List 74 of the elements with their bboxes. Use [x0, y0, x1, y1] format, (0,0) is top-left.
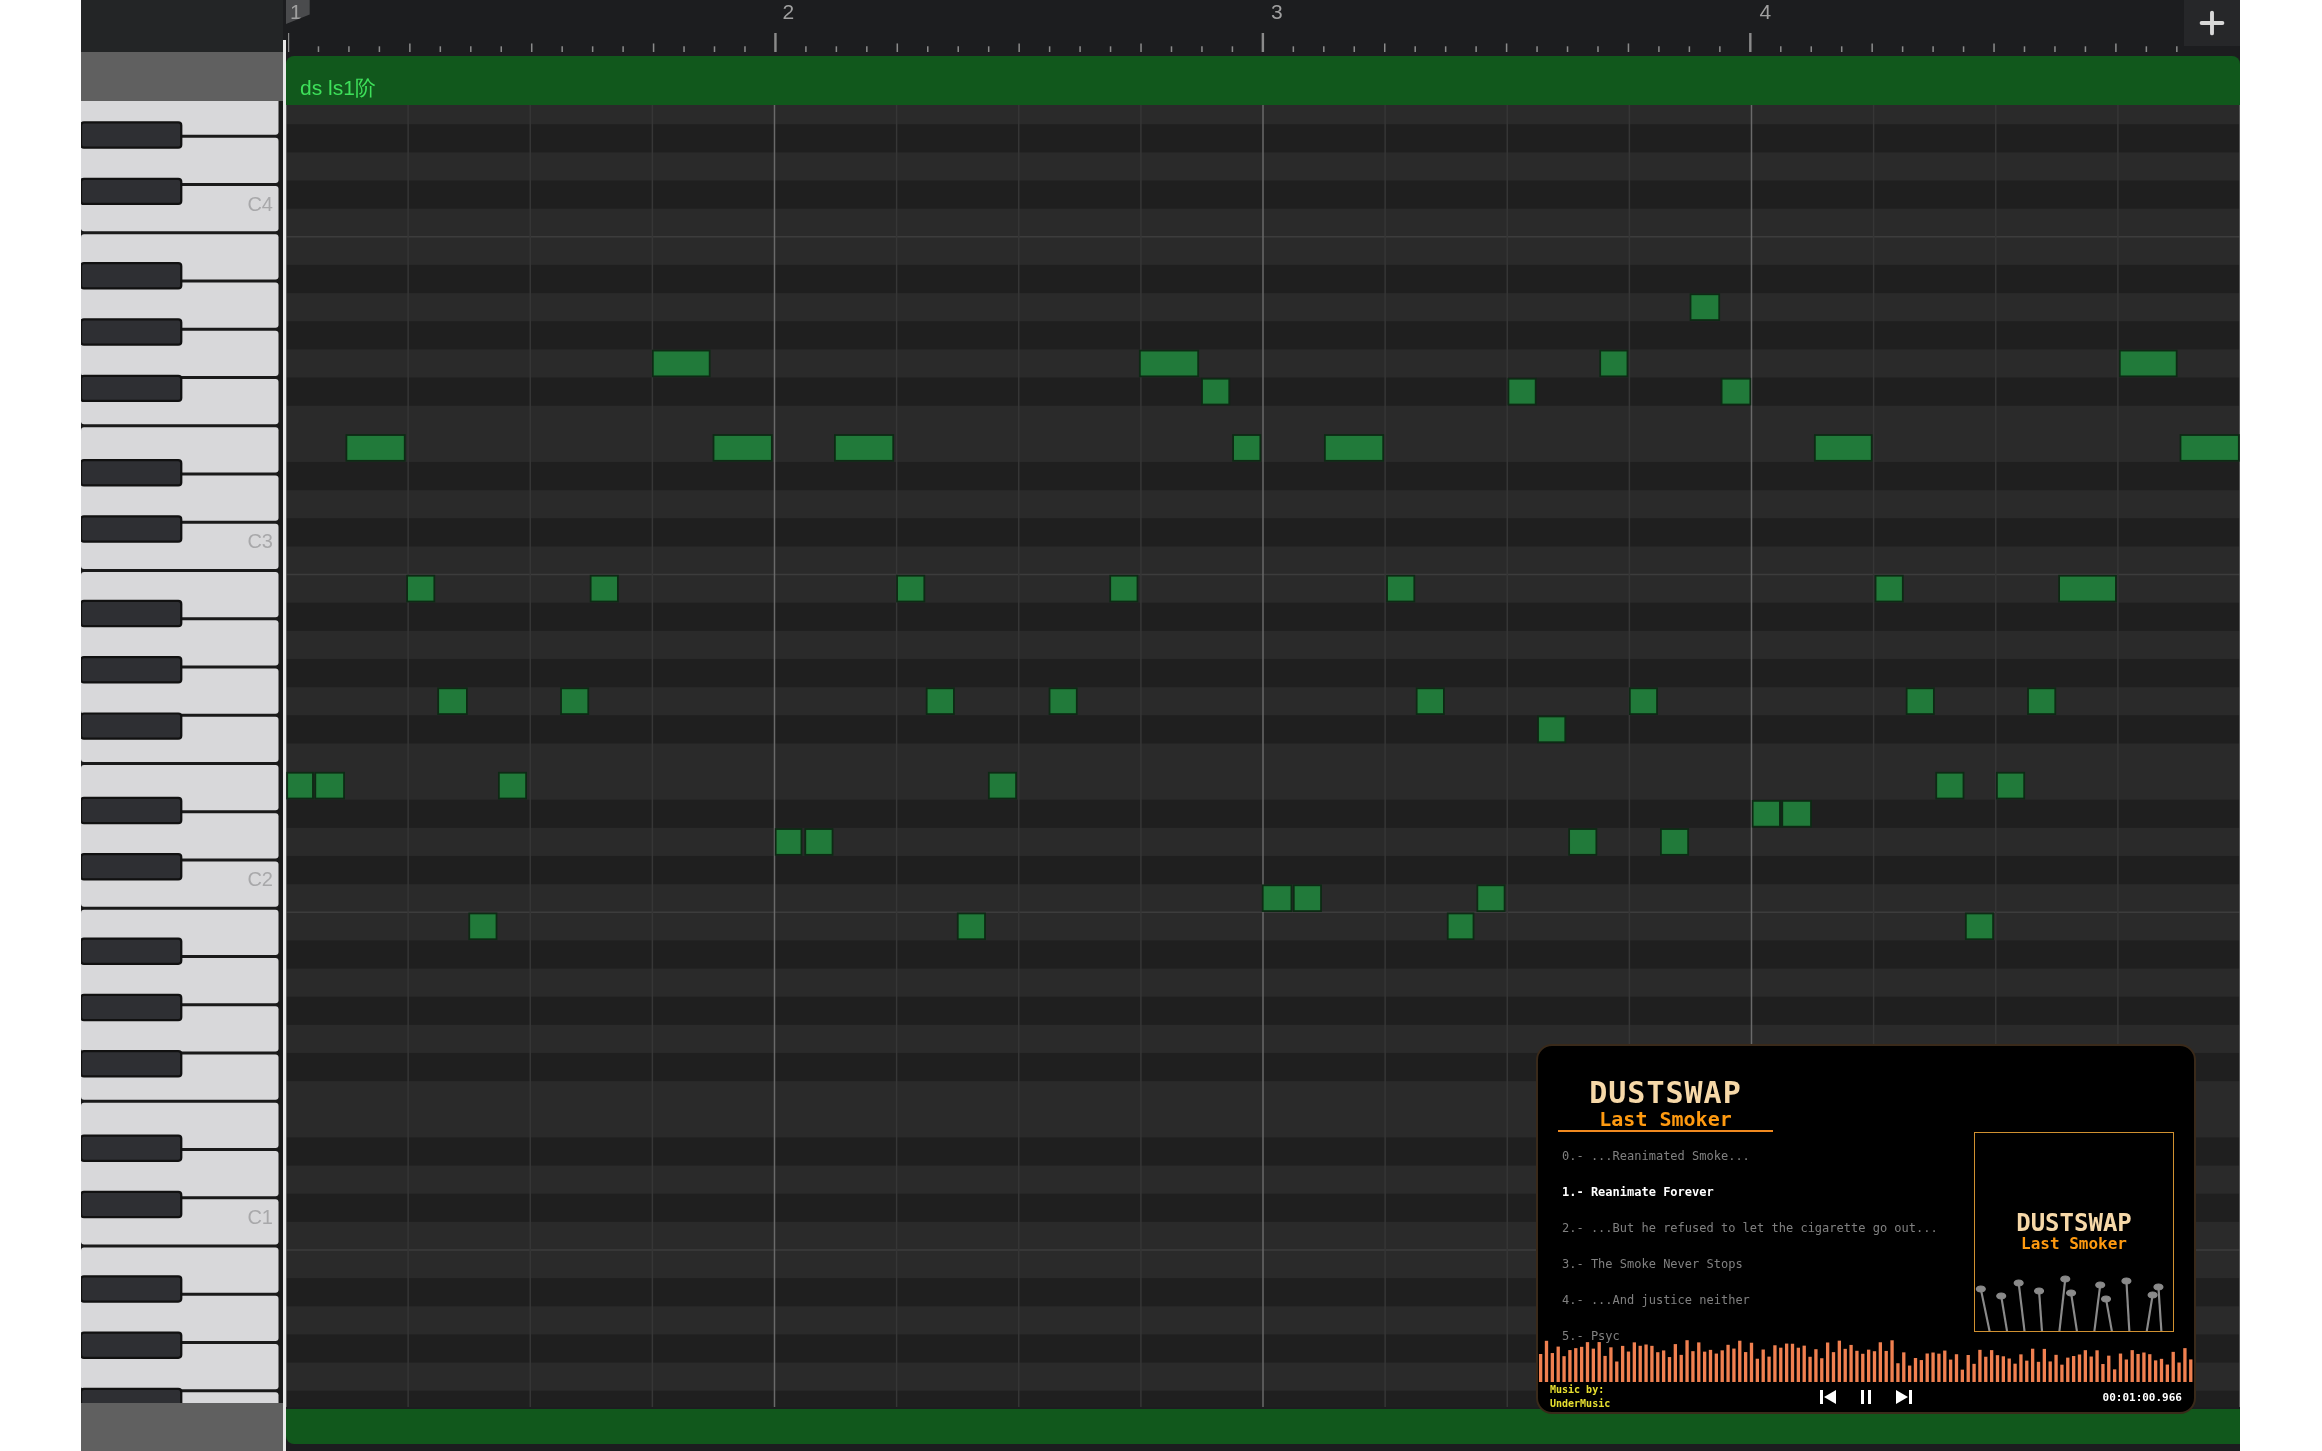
note-block[interactable]: [1568, 828, 1598, 856]
note-block[interactable]: [651, 349, 711, 378]
track-item[interactable]: 4.- ...And justice neither: [1562, 1292, 1938, 1309]
track-item[interactable]: 0.- ...Reanimated Smoke...: [1562, 1148, 1938, 1165]
track-item[interactable]: 2.- ...But he refused to let the cigarette go out...: [1562, 1220, 1938, 1237]
note-block[interactable]: [1261, 884, 1293, 912]
note-block[interactable]: [498, 771, 527, 800]
note-block[interactable]: [1138, 349, 1200, 378]
track-item[interactable]: 1.- Reanimate Forever: [1562, 1184, 1938, 1201]
note-block[interactable]: [925, 687, 955, 715]
timeline-ruler[interactable]: 1 2 3 4: [286, 0, 2240, 52]
credit-text: Music by:: [1550, 1383, 1606, 1397]
note-block[interactable]: [1507, 377, 1537, 406]
add-button[interactable]: [2184, 0, 2240, 46]
note-block[interactable]: [2027, 687, 2057, 715]
logo-subtitle: Last Smoker: [1599, 1108, 1732, 1130]
note-block[interactable]: [1874, 574, 1904, 603]
note-block[interactable]: [1689, 293, 1721, 321]
note-block[interactable]: [1935, 771, 1965, 800]
note-block[interactable]: [1751, 800, 1781, 828]
note-block[interactable]: [712, 434, 773, 462]
note-block[interactable]: [345, 434, 406, 462]
note-block[interactable]: [1386, 574, 1416, 603]
note-block[interactable]: [896, 574, 926, 603]
note-block[interactable]: [1446, 912, 1475, 941]
plus-icon: [2199, 10, 2225, 36]
note-block[interactable]: [1628, 687, 1658, 715]
credit-text: UnderMusic: [1550, 1397, 1611, 1411]
note-block[interactable]: [1781, 800, 1812, 828]
skip-forward-icon: [1894, 1387, 1914, 1407]
note-block[interactable]: [314, 771, 345, 800]
note-block[interactable]: [956, 912, 986, 941]
note-block[interactable]: [1292, 884, 1322, 912]
bar-number: 3: [1271, 0, 1283, 24]
region-name: ds ls1阶: [300, 75, 376, 101]
note-block[interactable]: [1324, 434, 1385, 462]
region-bar[interactable]: ds ls1阶: [286, 56, 2240, 105]
note-block[interactable]: [2058, 574, 2117, 603]
note-block[interactable]: [1996, 771, 2026, 800]
note-block[interactable]: [286, 771, 314, 800]
logo-title: DUSTSWAP: [1589, 1078, 1742, 1108]
note-block[interactable]: [560, 687, 590, 715]
note-block[interactable]: [774, 828, 803, 856]
note-block[interactable]: [468, 912, 498, 941]
note-block[interactable]: [1813, 434, 1873, 462]
note-block[interactable]: [1599, 349, 1629, 378]
bar-number: 4: [1759, 0, 1772, 24]
note-block[interactable]: [1660, 828, 1690, 856]
playback-time: 00:01:00.966: [2102, 1390, 2182, 1404]
bar-number: 2: [782, 0, 795, 24]
note-block[interactable]: [987, 771, 1017, 800]
note-block[interactable]: [1201, 377, 1231, 406]
note-block[interactable]: [1476, 884, 1506, 912]
note-block[interactable]: [589, 574, 619, 603]
note-block[interactable]: [1232, 434, 1262, 462]
note-block[interactable]: [2118, 349, 2178, 378]
bar-number: 1: [286, 0, 310, 24]
cover-title: DUSTSWAP: [2016, 1211, 2132, 1235]
note-block[interactable]: [1964, 912, 1994, 941]
note-block[interactable]: [1048, 687, 1078, 715]
note-block[interactable]: [1109, 574, 1139, 603]
note-block[interactable]: [834, 434, 895, 462]
note-block[interactable]: [406, 574, 436, 603]
note-block[interactable]: [804, 828, 834, 856]
note-block[interactable]: [1905, 687, 1935, 715]
note-block[interactable]: [2179, 434, 2240, 462]
note-block[interactable]: [1415, 687, 1445, 715]
note-block[interactable]: [437, 687, 468, 715]
skip-back-icon: [1818, 1387, 1838, 1407]
note-block[interactable]: [1537, 715, 1567, 744]
cover-subtitle: Last Smoker: [2021, 1235, 2127, 1253]
track-item[interactable]: 5.- Psyc: [1562, 1328, 1938, 1345]
track-item[interactable]: 3.- The Smoke Never Stops: [1562, 1256, 1938, 1273]
note-block[interactable]: [1720, 377, 1752, 406]
